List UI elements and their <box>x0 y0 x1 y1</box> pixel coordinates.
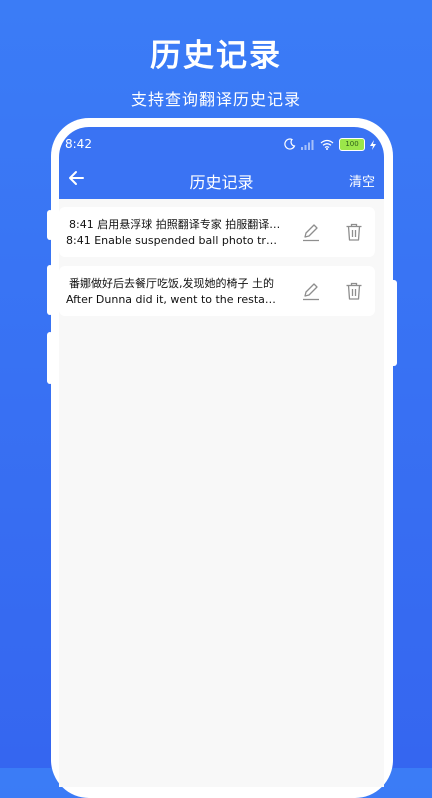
phone-screen: 8:42 100 历史记录 清空 8:41 启用悬浮球 拍照翻译专家 拍服翻译专… <box>59 127 384 787</box>
moon-icon <box>284 135 296 154</box>
promo-title: 历史记录 <box>150 38 282 74</box>
app-bar: 历史记录 清空 <box>59 161 384 199</box>
history-item-source: 番娜做好后去餐厅吃饭,发现她的椅子 土的 <box>69 277 274 290</box>
phone-side-button-bottom <box>47 332 53 384</box>
pencil-icon <box>299 283 323 307</box>
history-item-text: 番娜做好后去餐厅吃饭,发现她的椅子 土的 After Dunna did it,… <box>66 276 282 308</box>
status-time: 8:42 <box>65 137 92 151</box>
trash-icon <box>342 223 366 248</box>
pencil-icon <box>299 224 323 248</box>
history-item-target: 8:41 Enable suspended ball photo transla… <box>66 234 282 247</box>
phone-side-button-middle <box>47 265 53 315</box>
wifi-icon <box>320 135 334 154</box>
battery-icon: 100 <box>339 137 365 151</box>
delete-button[interactable] <box>342 220 366 244</box>
edit-button[interactable] <box>299 220 323 244</box>
charging-icon <box>370 135 376 154</box>
app-title: 历史记录 <box>189 173 254 192</box>
history-item-text: 8:41 启用悬浮球 拍照翻译专家 拍服翻译专家 8:41 Enable sus… <box>66 217 282 249</box>
history-item-target: After Dunna did it, went to the restaura… <box>66 293 282 306</box>
phone-power-button <box>390 280 397 366</box>
signal-icon <box>301 135 315 154</box>
status-icons: 100 <box>284 137 376 151</box>
trash-icon <box>342 282 366 307</box>
clear-button[interactable]: 清空 <box>349 171 375 190</box>
edit-button[interactable] <box>299 279 323 303</box>
delete-button[interactable] <box>342 279 366 303</box>
phone-side-button-top <box>47 210 53 240</box>
status-bar: 8:42 100 <box>59 127 384 161</box>
promo-subtitle: 支持查询翻译历史记录 <box>130 90 301 109</box>
history-item-source: 8:41 启用悬浮球 拍照翻译专家 拍服翻译专家 <box>69 218 282 231</box>
history-item[interactable]: 番娜做好后去餐厅吃饭,发现她的椅子 土的 After Dunna did it,… <box>59 266 375 316</box>
history-item[interactable]: 8:41 启用悬浮球 拍照翻译专家 拍服翻译专家 8:41 Enable sus… <box>59 207 375 257</box>
